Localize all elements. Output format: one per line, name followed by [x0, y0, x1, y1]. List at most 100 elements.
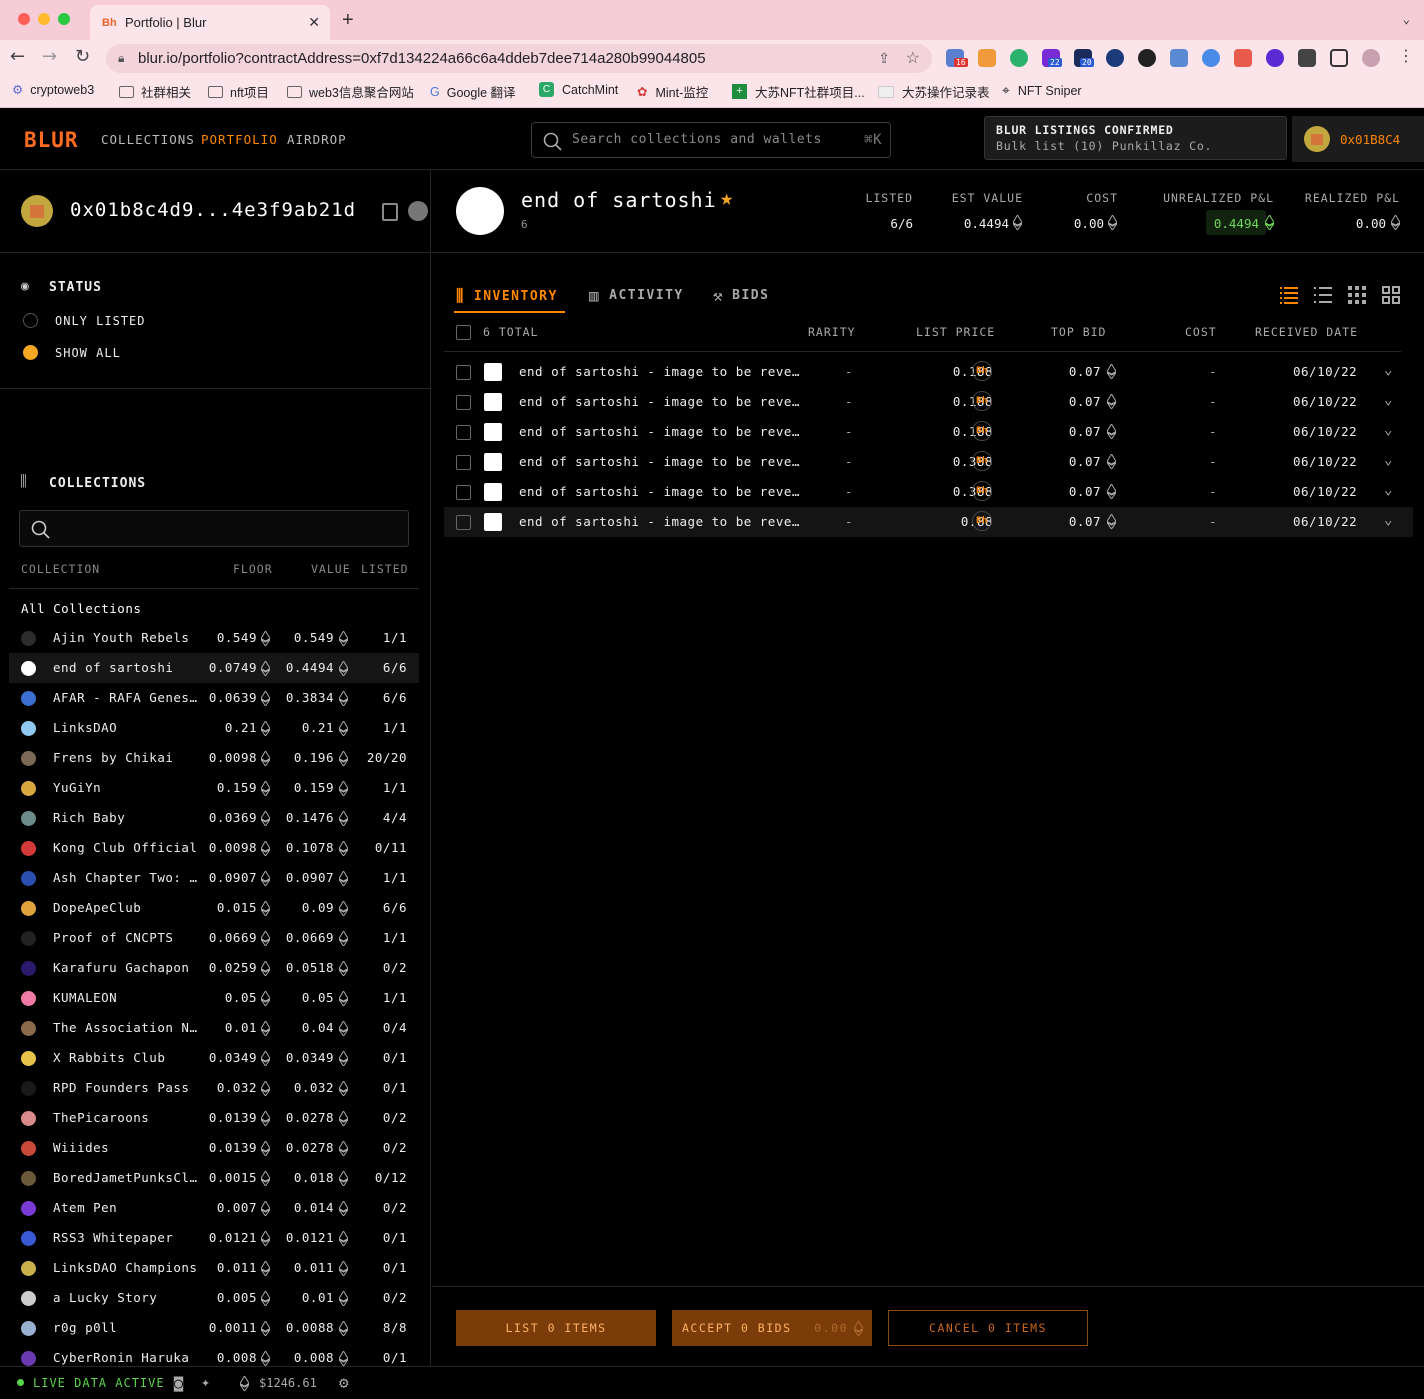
collection-row[interactable]: RPD Founders Pass 0.032 0.032 0/1	[9, 1073, 419, 1103]
chevron-down-icon[interactable]: ⌄	[1384, 452, 1393, 468]
translate-icon[interactable]	[1170, 49, 1188, 67]
forward-button[interactable]: →	[42, 46, 57, 67]
extension-icon[interactable]: 16	[946, 49, 968, 67]
collection-name[interactable]: end of sartoshi	[521, 188, 717, 212]
tab-inventory[interactable]: ⫼ INVENTORY	[456, 286, 558, 306]
select-all-checkbox[interactable]	[456, 325, 471, 340]
browser-menu-icon[interactable]: ⋮	[1398, 46, 1414, 65]
bookmark-item[interactable]: nft项目	[208, 82, 269, 101]
bookmark-item[interactable]: web3信息聚合网站	[287, 82, 414, 101]
blur-logo[interactable]: BLUR	[24, 128, 79, 152]
chevron-down-icon[interactable]: ⌄	[1384, 392, 1393, 408]
chevron-down-icon[interactable]: ⌄	[1384, 422, 1393, 438]
row-checkbox[interactable]	[456, 455, 471, 470]
star-icon[interactable]: ★	[720, 186, 733, 211]
collection-row[interactable]: Frens by Chikai 0.0098 0.196 20/20	[9, 743, 419, 773]
collection-row[interactable]: Rich Baby 0.0369 0.1476 4/4	[9, 803, 419, 833]
discord-icon[interactable]: ◙	[174, 1374, 183, 1392]
show-all-radio[interactable]	[23, 345, 38, 360]
collection-row[interactable]: Kong Club Official 0.0098 0.1078 0/11	[9, 833, 419, 863]
extension-icon[interactable]: 20	[1074, 49, 1094, 67]
collection-row[interactable]: LinksDAO Champions 0.011 0.011 0/1	[9, 1253, 419, 1283]
collection-row[interactable]: YuGiYn 0.159 0.159 1/1	[9, 773, 419, 803]
bookmark-item[interactable]: G Google 翻译	[430, 82, 516, 101]
puzzle-icon[interactable]	[1298, 49, 1316, 67]
camera-icon[interactable]	[1234, 49, 1252, 67]
chevron-down-icon[interactable]: ⌄	[1384, 482, 1393, 498]
collection-row[interactable]: LinksDAO 0.21 0.21 1/1	[9, 713, 419, 743]
row-checkbox[interactable]	[456, 485, 471, 500]
close-window-button[interactable]	[18, 13, 30, 25]
nav-airdrop[interactable]: AIRDROP	[287, 132, 347, 147]
wallet-button[interactable]: 0x01B8C4	[1292, 116, 1424, 162]
extension-icon[interactable]: 22	[1042, 49, 1062, 67]
collection-row[interactable]: Atem Pen 0.007 0.014 0/2	[9, 1193, 419, 1223]
th-list-price[interactable]: LIST PRICE	[916, 325, 995, 339]
only-listed-label[interactable]: ONLY LISTED	[55, 314, 145, 328]
compact-list-icon[interactable]	[1313, 285, 1333, 305]
etherscan-icon[interactable]	[408, 201, 428, 221]
listing-confirmed-toast[interactable]: BLUR LISTINGS CONFIRMED Bulk list (10) P…	[984, 116, 1287, 160]
extension-icon[interactable]	[1106, 49, 1124, 67]
bookmark-item[interactable]: C CatchMint	[539, 82, 618, 97]
global-search-input[interactable]: Search collections and wallets ⌘K	[531, 122, 891, 158]
th-cost[interactable]: COST	[1185, 325, 1217, 339]
nav-portfolio[interactable]: PORTFOLIO	[201, 132, 278, 147]
chevron-down-icon[interactable]: ⌄	[1384, 362, 1393, 378]
bookmark-item[interactable]: ✿ Mint-监控	[637, 82, 708, 101]
show-all-label[interactable]: SHOW ALL	[55, 346, 121, 360]
bookmark-item[interactable]: + 大苏NFT社群项目...	[732, 82, 865, 101]
maximize-window-button[interactable]	[58, 13, 70, 25]
collection-row[interactable]: KUMALEON 0.05 0.05 1/1	[9, 983, 419, 1013]
bookmark-star-icon[interactable]: ☆	[906, 44, 920, 73]
small-grid-icon[interactable]	[1347, 285, 1367, 305]
list-view-icon[interactable]	[1279, 285, 1299, 305]
collection-row[interactable]: end of sartoshi 0.0749 0.4494 6/6	[9, 653, 419, 683]
collection-row[interactable]: BoredJametPunksCl... 0.0015 0.018 0/12	[9, 1163, 419, 1193]
nav-collections[interactable]: COLLECTIONS	[101, 132, 195, 147]
th-received-date[interactable]: RECEIVED DATE	[1255, 325, 1358, 339]
chevron-down-icon[interactable]: ⌄	[1384, 512, 1393, 528]
row-checkbox[interactable]	[456, 395, 471, 410]
row-checkbox[interactable]	[456, 515, 471, 530]
accept-bids-button[interactable]: ACCEPT 0 BIDS 0.00	[672, 1310, 872, 1346]
list-items-button[interactable]: LIST 0 ITEMS	[456, 1310, 656, 1346]
minimize-window-button[interactable]	[38, 13, 50, 25]
profile-avatar-icon[interactable]	[1362, 49, 1380, 67]
inventory-row[interactable]: end of sartoshi - image to be revea... - 0…	[444, 507, 1413, 537]
collection-row[interactable]: The Association N... 0.01 0.04 0/4	[9, 1013, 419, 1043]
collection-row[interactable]: Ajin Youth Rebels 0.549 0.549 1/1	[9, 623, 419, 653]
extension-icon[interactable]	[1202, 49, 1220, 67]
collection-row[interactable]: r0g p0ll 0.0011 0.0088 8/8	[9, 1313, 419, 1343]
row-checkbox[interactable]	[456, 425, 471, 440]
th-top-bid[interactable]: TOP BID	[1051, 325, 1106, 339]
col-header-floor[interactable]: FLOOR	[233, 562, 273, 576]
new-tab-button[interactable]: +	[342, 9, 354, 32]
collection-row[interactable]: ThePicaroons 0.0139 0.0278 0/2	[9, 1103, 419, 1133]
collection-row[interactable]: DopeApeClub 0.015 0.09 6/6	[9, 893, 419, 923]
tab-activity[interactable]: ▥ ACTIVITY	[589, 286, 684, 305]
row-checkbox[interactable]	[456, 365, 471, 380]
collection-row[interactable]: Karafuru Gachapon 0.0259 0.0518 0/2	[9, 953, 419, 983]
collection-row[interactable]: RSS3 Whitepaper 0.0121 0.0121 0/1	[9, 1223, 419, 1253]
inventory-row[interactable]: end of sartoshi - image to be revea... - 0…	[444, 387, 1413, 417]
settings-icon[interactable]: ⚙	[339, 1373, 349, 1392]
col-header-value[interactable]: VALUE	[311, 562, 351, 576]
browser-tab[interactable]: Bh Portfolio | Blur ✕	[90, 5, 330, 40]
only-listed-radio[interactable]	[23, 313, 38, 328]
reload-button[interactable]: ↻	[75, 46, 90, 67]
bookmark-item[interactable]: 大苏操作记录表	[878, 82, 990, 101]
cancel-items-button[interactable]: CANCEL 0 ITEMS	[888, 1310, 1088, 1346]
extension-icon[interactable]	[1010, 49, 1028, 67]
collection-search-input[interactable]	[19, 510, 409, 547]
close-tab-icon[interactable]: ✕	[308, 14, 320, 31]
col-header-listed[interactable]: LISTED	[361, 562, 409, 576]
collection-row[interactable]: AFAR - RAFA Genes... 0.0639 0.3834 6/6	[9, 683, 419, 713]
collection-row[interactable]: a Lucky Story 0.005 0.01 0/2	[9, 1283, 419, 1313]
inventory-row[interactable]: end of sartoshi - image to be revea... - 0…	[444, 447, 1413, 477]
tab-bids[interactable]: ⚒ BIDS	[713, 286, 769, 305]
lightning-icon[interactable]	[1138, 49, 1156, 67]
collection-row[interactable]: Wiiides 0.0139 0.0278 0/2	[9, 1133, 419, 1163]
inventory-row[interactable]: end of sartoshi - image to be revea... - 0…	[444, 477, 1413, 507]
collection-row[interactable]: Proof of CNCPTS 0.0669 0.0669 1/1	[9, 923, 419, 953]
